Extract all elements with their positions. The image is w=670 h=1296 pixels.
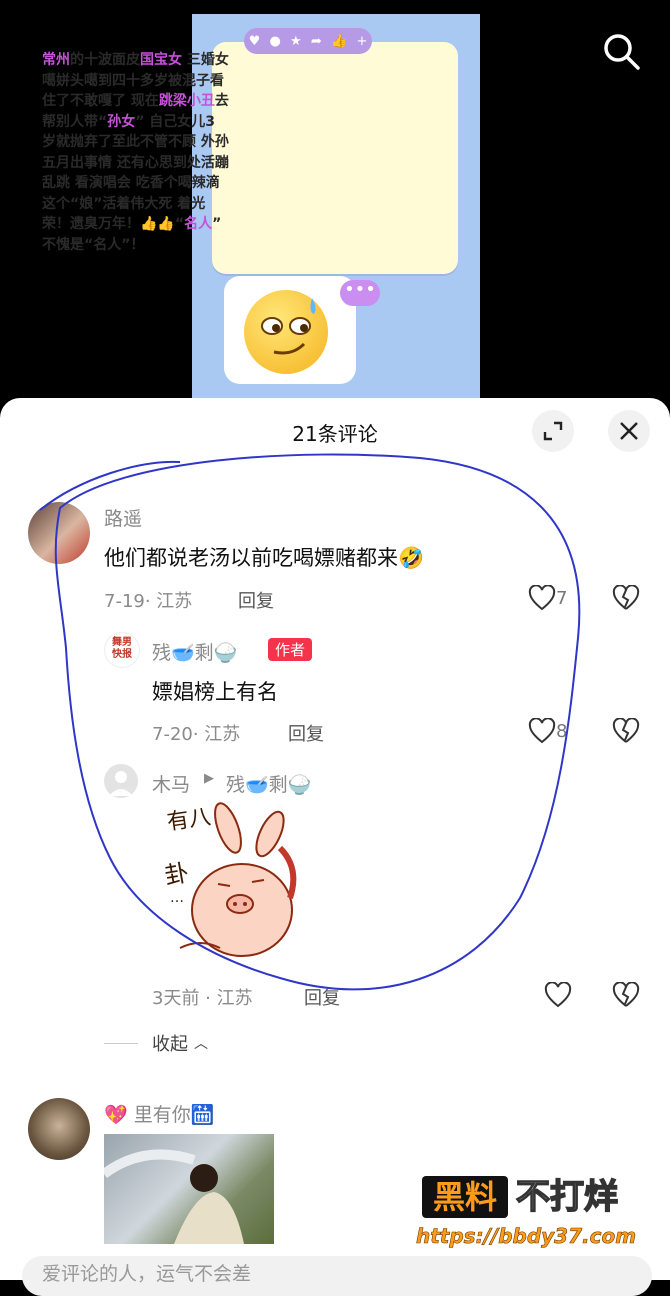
like-count: 7 bbox=[556, 587, 568, 609]
broken-heart-icon bbox=[612, 981, 640, 1007]
star-icon: ★ bbox=[290, 33, 302, 49]
heart-icon: ♥ bbox=[248, 33, 261, 49]
speech-dots-icon: ••• bbox=[340, 280, 380, 306]
reply-text: 嫖娼榜上有名 bbox=[152, 680, 278, 704]
like-button[interactable]: 7 bbox=[528, 585, 567, 611]
comment-author[interactable]: 💖 里有你🛗 bbox=[104, 1100, 214, 1127]
caption-highlight: 名人 bbox=[184, 216, 213, 232]
video-player[interactable]: ♥ ● ★ ➦ 👍 + ••• 常州的十波面皮国宝女 三婚女 噶姘头噶到四十多岁… bbox=[0, 0, 670, 420]
svg-text:…: … bbox=[170, 890, 184, 906]
caption-highlight: 孙女 bbox=[107, 113, 136, 130]
reply-arrow-icon: ▶ bbox=[204, 771, 214, 786]
heart-outline-icon bbox=[528, 585, 556, 611]
comment-meta: 7-19· 江苏 bbox=[104, 591, 193, 612]
reply-to-name[interactable]: 残🥣剩🍚 bbox=[226, 770, 311, 797]
like-count: 8 bbox=[556, 720, 568, 742]
reply-author[interactable]: 残🥣剩🍚 bbox=[152, 638, 237, 665]
watermark-url: https://bbdy37.com bbox=[416, 1224, 637, 1249]
caption-highlight: 常州 bbox=[42, 52, 70, 68]
expand-button[interactable] bbox=[532, 410, 574, 452]
reply-button[interactable]: 回复 bbox=[238, 587, 274, 613]
bubble-icon-bar: ♥ ● ★ ➦ 👍 + bbox=[244, 28, 372, 54]
comment-text: 他们都说老汤以前吃喝嫖赌都来🤣 bbox=[104, 546, 425, 570]
dislike-button[interactable] bbox=[612, 717, 640, 748]
annotation-outline bbox=[39, 453, 581, 991]
reply-button[interactable]: 回复 bbox=[288, 720, 324, 746]
broken-heart-icon bbox=[612, 584, 640, 610]
like-button[interactable]: 8 bbox=[528, 718, 567, 744]
author-avatar[interactable]: 舞男 快报 bbox=[104, 632, 140, 668]
reply-meta: 3天前 · 江苏 bbox=[152, 988, 253, 1009]
comment-author[interactable]: 路遥 bbox=[104, 504, 142, 531]
video-caption: 常州的十波面皮国宝女 三婚女 噶姘头噶到四十多岁被混子看 住了不敢嘎了 现在跳梁… bbox=[42, 50, 252, 255]
reply-meta: 7-20· 江苏 bbox=[152, 724, 241, 745]
smirk-sweat-emoji-icon bbox=[244, 290, 328, 374]
heart-outline-icon bbox=[544, 982, 572, 1008]
comment-sheet: 21条评论 路遥 他们都说老汤以前吃喝嫖赌都来🤣 7-19· 江苏 回复 7 舞… bbox=[0, 398, 670, 1296]
caption-highlight: 跳梁小丑 bbox=[158, 93, 215, 109]
thumbs-up-icon: 👍 bbox=[331, 33, 348, 49]
author-badge: 作者 bbox=[268, 638, 313, 661]
avatar[interactable] bbox=[28, 1098, 90, 1160]
heart-outline-icon bbox=[528, 718, 556, 744]
close-icon bbox=[620, 422, 638, 440]
watermark-black-label: 黑料 bbox=[422, 1176, 508, 1218]
pig-sticker-image[interactable]: 有八 卦 … bbox=[160, 798, 310, 968]
search-icon bbox=[604, 34, 640, 70]
like-button[interactable] bbox=[544, 982, 572, 1008]
plus-icon: + bbox=[356, 33, 368, 49]
caption-segment: 的十波面皮 bbox=[70, 52, 140, 68]
watermark-white-label: 不打烊 bbox=[515, 1176, 619, 1218]
watermark: 黑料 不打烊 https://bbdy37.com bbox=[416, 1168, 656, 1258]
broken-heart-icon bbox=[612, 717, 640, 743]
reply-button[interactable]: 回复 bbox=[304, 984, 340, 1010]
caption-segment: ” 自己女儿3 岁就抛弃了至此不管不顾 外孙 五月出事情 还有心思到处活蹦 乱跳… bbox=[42, 113, 229, 233]
reply-author[interactable]: 木马 bbox=[152, 770, 190, 797]
default-avatar-icon[interactable] bbox=[104, 764, 138, 798]
chevron-up-icon: ︿ bbox=[194, 1036, 208, 1052]
comment-input[interactable]: 爱评论的人，运气不会差 bbox=[22, 1256, 652, 1296]
svg-text:卦: 卦 bbox=[162, 859, 190, 891]
dislike-button[interactable] bbox=[612, 981, 640, 1012]
close-button[interactable] bbox=[608, 410, 650, 452]
share-icon: ➦ bbox=[310, 33, 322, 49]
expand-icon bbox=[543, 421, 563, 441]
caption-highlight: 国宝女 bbox=[140, 52, 182, 68]
avatar[interactable] bbox=[28, 502, 90, 564]
collapse-divider bbox=[104, 1042, 138, 1044]
svg-text:有八: 有八 bbox=[165, 805, 212, 836]
collapse-label: 收起 bbox=[152, 1034, 188, 1055]
search-button[interactable] bbox=[600, 30, 642, 72]
dislike-button[interactable] bbox=[612, 584, 640, 615]
comment-image[interactable] bbox=[104, 1134, 274, 1244]
dot-icon: ● bbox=[269, 33, 281, 49]
collapse-replies-button[interactable]: 收起 ︿ bbox=[104, 1030, 208, 1056]
